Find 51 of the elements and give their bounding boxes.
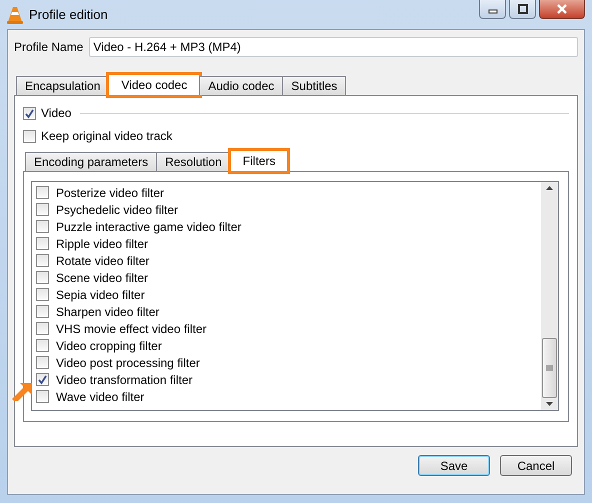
checkbox[interactable] — [36, 339, 49, 352]
filter-label: VHS movie effect video filter — [56, 322, 207, 336]
maximize-icon — [516, 4, 528, 14]
checkbox[interactable] — [36, 220, 49, 233]
checkbox[interactable] — [36, 186, 49, 199]
tab[interactable]: Video codec — [108, 74, 200, 96]
profile-name-label: Profile Name — [14, 40, 84, 54]
filter-label: Video transformation filter — [56, 372, 193, 386]
grip-icon — [546, 364, 553, 372]
close-button[interactable] — [539, 0, 585, 19]
checkbox[interactable] — [36, 390, 49, 403]
checkbox[interactable] — [36, 254, 49, 267]
save-button[interactable]: Save — [418, 455, 490, 476]
checkbox[interactable] — [36, 356, 49, 369]
checkbox[interactable] — [36, 288, 49, 301]
checkbox-label: Video — [41, 106, 72, 120]
filter-label: Video post processing filter — [56, 356, 200, 370]
filter-label: Scene video filter — [56, 270, 148, 284]
filter-label: Sharpen video filter — [56, 304, 160, 318]
minimize-button[interactable] — [479, 0, 506, 19]
tab[interactable]: Resolution — [156, 152, 231, 171]
filter-label: Ripple video filter — [56, 236, 148, 250]
maximize-button[interactable] — [509, 0, 536, 19]
scrollbar[interactable] — [541, 182, 558, 410]
filter-label: Rotate video filter — [56, 254, 150, 268]
checkbox[interactable] — [36, 373, 49, 386]
scroll-down-icon[interactable] — [546, 402, 553, 406]
checkbox[interactable] — [36, 237, 49, 250]
tab[interactable]: Audio codec — [199, 76, 284, 95]
traffic-cone-icon — [7, 6, 23, 24]
cancel-button[interactable]: Cancel — [500, 455, 572, 476]
profile-name-field[interactable]: Video - H.264 + MP3 (MP4) — [89, 37, 578, 57]
checkbox[interactable] — [23, 130, 36, 142]
checkbox[interactable] — [36, 271, 49, 284]
checkbox[interactable] — [36, 305, 49, 318]
window-title: Profile edition — [29, 7, 108, 22]
filter-label: Psychedelic video filter — [56, 202, 178, 216]
tab[interactable]: Filters — [230, 150, 288, 172]
checkbox-label: Keep original video track — [41, 129, 172, 143]
filter-label: Posterize video filter — [56, 186, 164, 200]
filter-label: Sepia video filter — [56, 288, 145, 302]
checkbox[interactable] — [23, 106, 36, 120]
checkbox[interactable] — [36, 322, 49, 335]
filter-label: Video cropping filter — [56, 338, 162, 352]
scroll-up-icon[interactable] — [546, 186, 553, 190]
tab[interactable]: Subtitles — [282, 76, 346, 95]
checkbox[interactable] — [36, 203, 49, 216]
close-icon — [556, 4, 568, 14]
filter-label: Wave video filter — [56, 390, 144, 404]
tab[interactable]: Encoding parameters — [25, 152, 158, 171]
filter-label: Puzzle interactive game video filter — [56, 220, 242, 234]
